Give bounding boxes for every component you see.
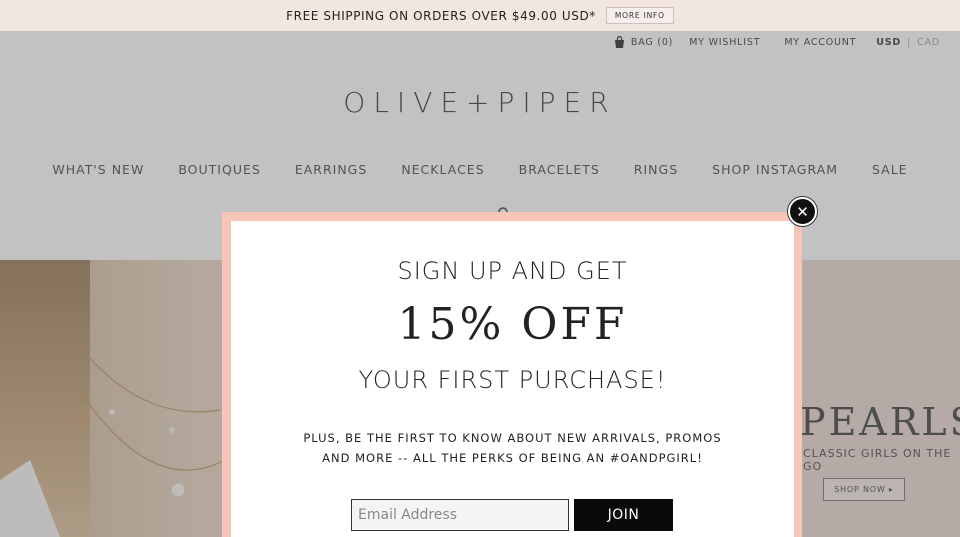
modal-description: PLUS, BE THE FIRST TO KNOW ABOUT NEW ARR… <box>231 428 794 468</box>
modal-heading-line1: SIGN UP AND GET <box>397 257 628 285</box>
more-info-button[interactable]: MORE INFO <box>605 7 674 24</box>
modal-description-line2: AND MORE -- ALL THE PERKS OF BEING AN #O… <box>322 451 703 465</box>
modal-description-line1: PLUS, BE THE FIRST TO KNOW ABOUT NEW ARR… <box>303 431 722 445</box>
join-button[interactable]: JOIN <box>574 499 673 531</box>
shipping-text: FREE SHIPPING ON ORDERS OVER $49.00 USD* <box>286 8 596 23</box>
promo-bar: FREE SHIPPING ON ORDERS OVER $49.00 USD*… <box>0 0 960 31</box>
close-icon: ✕ <box>796 202 809 221</box>
close-modal-button[interactable]: ✕ <box>788 197 817 226</box>
modal-heading-line3: YOUR FIRST PURCHASE! <box>358 366 667 394</box>
email-input[interactable] <box>351 499 569 531</box>
signup-modal: SIGN UP AND GET 15% OFF YOUR FIRST PURCH… <box>231 221 794 537</box>
modal-discount: 15% OFF <box>397 299 628 350</box>
